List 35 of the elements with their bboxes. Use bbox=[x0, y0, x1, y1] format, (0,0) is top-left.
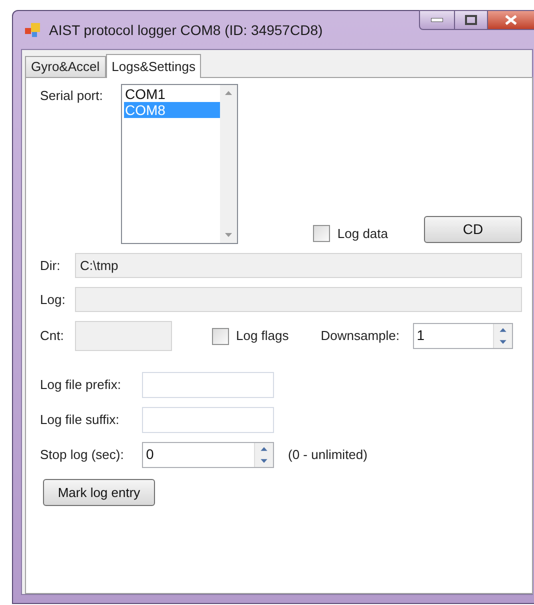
down-arrow-icon[interactable] bbox=[225, 233, 232, 237]
tab[interactable]: Gyro&Accel bbox=[25, 56, 106, 77]
maximize-icon bbox=[465, 15, 477, 25]
serial-port-label: Serial port: bbox=[40, 87, 104, 105]
log-label: Log: bbox=[40, 290, 66, 309]
suffix-field[interactable] bbox=[142, 407, 274, 433]
dir-field[interactable]: C:\tmp bbox=[75, 253, 522, 278]
close-icon bbox=[505, 15, 517, 25]
cd-button[interactable]: CD bbox=[424, 216, 522, 243]
prefix-label: Log file prefix: bbox=[40, 376, 122, 394]
port-item[interactable]: COM1 bbox=[124, 86, 220, 102]
suffix-label: Log file suffix: bbox=[40, 411, 120, 430]
unlimited-hint: (0 - unlimited) bbox=[288, 446, 368, 464]
window-title: AIST protocol logger COM8 (ID: 34957CD8) bbox=[49, 20, 324, 40]
dir-label: Dir: bbox=[40, 256, 62, 275]
log-field[interactable] bbox=[75, 287, 522, 312]
mark-log-entry-button[interactable]: Mark log entry bbox=[43, 479, 155, 506]
app-icon bbox=[25, 22, 41, 38]
prefix-field[interactable] bbox=[142, 372, 274, 398]
cnt-field[interactable] bbox=[75, 321, 172, 351]
minimize-icon bbox=[431, 18, 443, 22]
close-button[interactable] bbox=[487, 10, 534, 30]
number-spinner[interactable]: 1 bbox=[412, 323, 513, 349]
up-arrow-icon[interactable] bbox=[225, 91, 232, 95]
port-list[interactable]: COM1 COM8 bbox=[121, 84, 238, 244]
maximize-button[interactable] bbox=[455, 10, 487, 30]
scrollbar[interactable] bbox=[220, 85, 237, 243]
checkbox[interactable]: Log flags bbox=[212, 326, 289, 346]
cnt-label: Cnt: bbox=[40, 327, 65, 346]
stop-log-label: Stop log (sec): bbox=[40, 446, 125, 464]
number-spinner[interactable]: 0 bbox=[142, 442, 274, 468]
minimize-button[interactable] bbox=[419, 10, 455, 30]
tab[interactable]: Logs&Settings bbox=[106, 54, 202, 78]
checkbox[interactable]: Log data bbox=[313, 224, 388, 243]
downsample-label: Downsample: bbox=[320, 327, 401, 346]
